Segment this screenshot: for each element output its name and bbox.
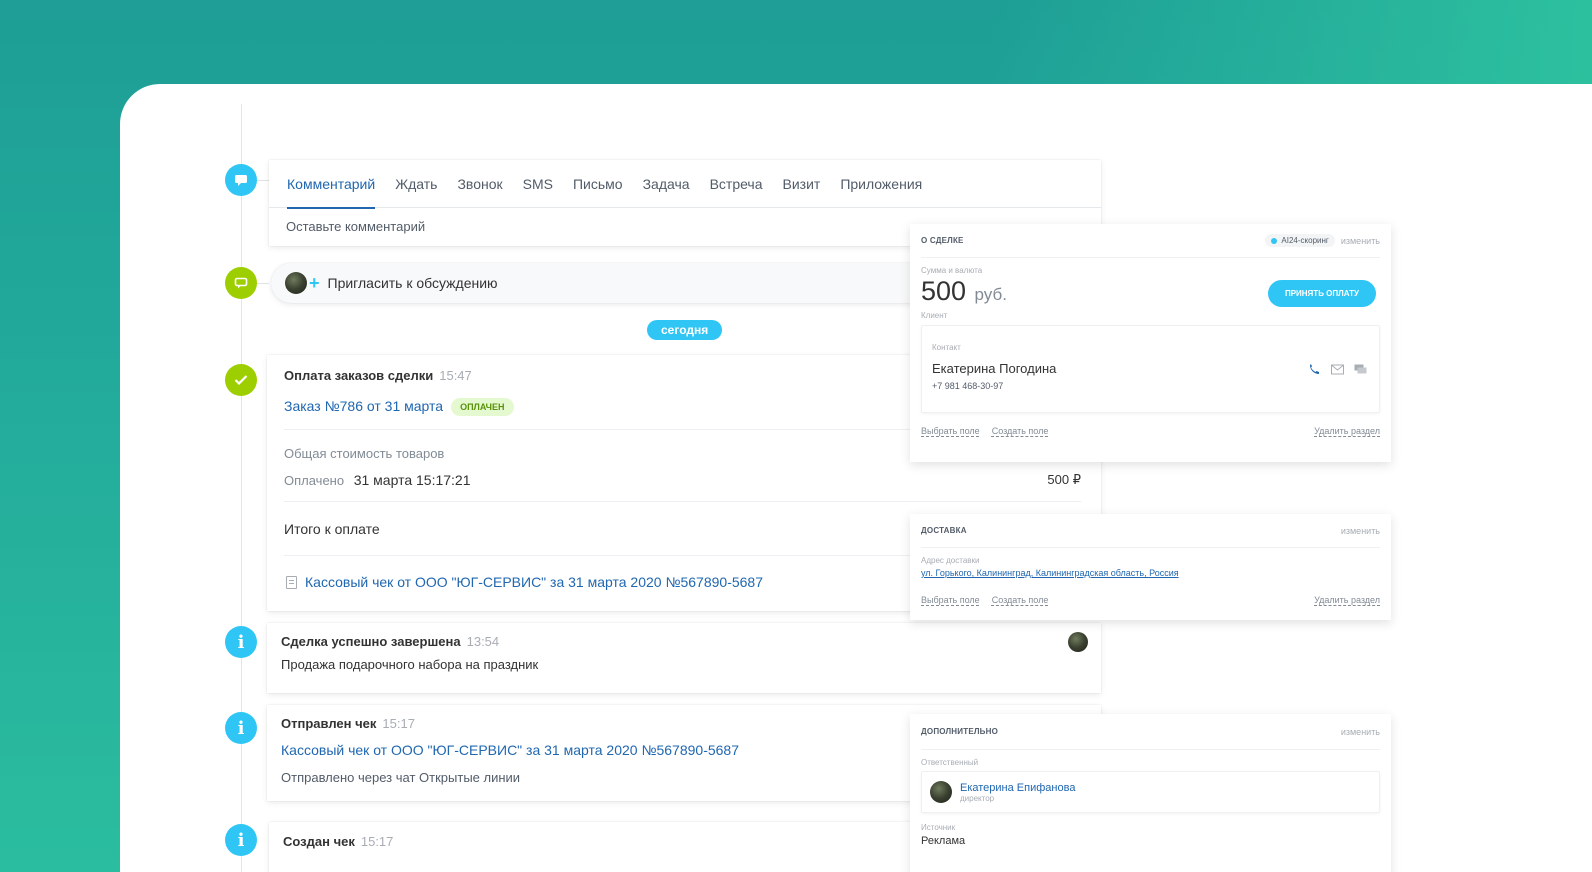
status-badge: ОПЛАЧЕН (451, 398, 514, 416)
edit-link[interactable]: изменить (1341, 727, 1380, 737)
invite-label: Пригласить к обсуждению (327, 275, 498, 291)
responsible-role: директор (960, 793, 995, 803)
check-icon (225, 364, 257, 396)
phone-icon[interactable] (1308, 364, 1321, 375)
delete-section-link[interactable]: Удалить раздел (1314, 426, 1380, 436)
deal-info-card: О СДЕЛКЕ AI24-скоринг изменить Сумма и в… (910, 224, 1391, 462)
tab-letter[interactable]: Письмо (573, 160, 623, 208)
select-field-link[interactable]: Выбрать поле (921, 426, 980, 436)
comment-icon (225, 164, 257, 196)
paid-amount: 500 ₽ (1047, 472, 1081, 487)
crm-panel: Комментарий Ждать Звонок SMS Письмо Зада… (120, 84, 1592, 872)
tab-sms[interactable]: SMS (523, 160, 553, 208)
edit-link[interactable]: изменить (1341, 236, 1380, 246)
section-title: ДОПОЛНИТЕЛЬНО (921, 727, 999, 736)
info-icon: i (225, 626, 257, 658)
delivery-card: ДОСТАВКА изменить Адрес доставки ул. Гор… (910, 514, 1391, 620)
deal-done-card: Сделка успешно завершена 13:54 Продажа по… (267, 623, 1101, 693)
source-value: Реклама (921, 835, 966, 847)
contact-name[interactable]: Екатерина Погодина (932, 361, 1369, 376)
event-title: Создан чек (283, 834, 355, 849)
chat-icon (225, 267, 257, 299)
amount-value: 500 (921, 276, 967, 306)
contact-phone: +7 981 468-30-97 (932, 381, 1004, 391)
tab-apps[interactable]: Приложения (840, 160, 922, 208)
select-field-link[interactable]: Выбрать поле (921, 595, 980, 605)
avatar (1068, 632, 1088, 652)
responsible-label: Ответственный (921, 758, 979, 767)
tab-comment[interactable]: Комментарий (287, 160, 376, 209)
address-label: Адрес доставки (921, 556, 980, 565)
event-text: Отправлено через чат Открытые линии (281, 770, 521, 785)
contact-box: Контакт Екатерина Погодина +7 981 468-30… (921, 325, 1380, 413)
mail-icon[interactable] (1331, 364, 1344, 375)
event-text: Продажа подарочного набора на праздник (281, 657, 539, 672)
edit-link[interactable]: изменить (1341, 526, 1380, 536)
section-title: О СДЕЛКЕ (921, 236, 964, 245)
tab-meeting[interactable]: Встреча (710, 160, 763, 208)
contact-label: Контакт (932, 343, 961, 352)
ai-scoring-button[interactable]: AI24-скоринг (1265, 234, 1335, 247)
additional-card: ДОПОЛНИТЕЛЬНО изменить Ответственный Ека… (910, 714, 1391, 872)
plus-icon: + (309, 272, 320, 293)
address-link[interactable]: ул. Горького, Калининград, Калининградск… (921, 568, 1380, 578)
composer-tabs: Комментарий Ждать Звонок SMS Письмо Зада… (269, 160, 1101, 209)
event-title: Сделка успешно завершена (281, 634, 461, 649)
receipt-link[interactable]: Кассовый чек от ООО "ЮГ-СЕРВИС" за 31 ма… (281, 742, 739, 758)
paid-label: Оплачено (284, 473, 345, 488)
timeline-connector (257, 180, 269, 181)
receipt-icon (286, 575, 297, 589)
event-title: Отправлен чек (281, 716, 377, 731)
section-title: ДОСТАВКА (921, 526, 967, 535)
due-label: Итого к оплате (284, 521, 380, 537)
event-time: 13:54 (466, 634, 500, 649)
tab-call[interactable]: Звонок (457, 160, 502, 208)
avatar (285, 272, 307, 294)
tab-task[interactable]: Задача (643, 160, 690, 208)
event-time: 15:47 (439, 368, 472, 383)
avatar (930, 781, 952, 803)
order-link[interactable]: Заказ №786 от 31 марта (284, 398, 443, 414)
create-field-link[interactable]: Создать поле (992, 426, 1049, 436)
today-badge: сегодня (647, 320, 723, 340)
responsible-name[interactable]: Екатерина Епифанова (960, 782, 1075, 794)
info-icon: i (225, 712, 257, 744)
paid-date: 31 марта 15:17:21 (353, 472, 471, 488)
divider (284, 501, 1081, 502)
amount-label: Сумма и валюта (921, 266, 983, 275)
delete-section-link[interactable]: Удалить раздел (1314, 595, 1380, 605)
info-icon: i (225, 824, 257, 856)
create-field-link[interactable]: Создать поле (992, 595, 1049, 605)
tab-visit[interactable]: Визит (783, 160, 821, 208)
event-time: 15:17 (360, 834, 394, 849)
timeline-connector (257, 283, 269, 284)
ai-icon (1271, 237, 1278, 244)
currency: руб. (974, 285, 1007, 304)
source-label: Источник (921, 823, 956, 832)
responsible-box: Екатерина Епифанова директор (921, 771, 1380, 813)
tab-wait[interactable]: Ждать (395, 160, 437, 208)
timeline-line (241, 104, 242, 872)
chat-bubble-icon[interactable] (1354, 364, 1367, 375)
event-time: 15:17 (382, 716, 415, 731)
event-title: Оплата заказов сделки 15:47 (284, 368, 472, 383)
receipt-link[interactable]: Кассовый чек от ООО "ЮГ-СЕРВИС" за 31 ма… (305, 574, 763, 590)
accept-payment-button[interactable]: ПРИНЯТЬ ОПЛАТУ (1267, 280, 1376, 307)
client-label: Клиент (921, 311, 948, 320)
total-label: Общая стоимость товаров (284, 446, 445, 461)
